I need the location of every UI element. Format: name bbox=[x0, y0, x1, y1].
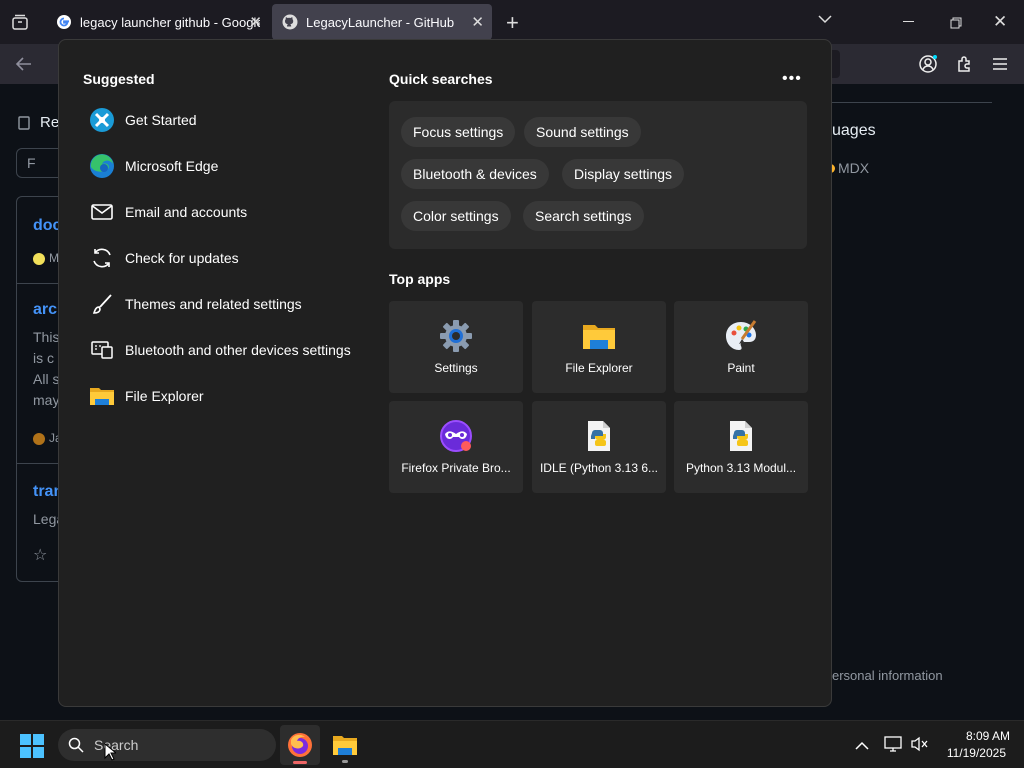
footer-link[interactable]: ersonal information bbox=[832, 668, 943, 683]
firefox-private-icon bbox=[440, 420, 472, 452]
app-label: Python 3.13 Modul... bbox=[685, 461, 797, 475]
quick-search-chip[interactable]: Focus settings bbox=[401, 117, 516, 147]
python-icon bbox=[588, 421, 610, 451]
clock-date[interactable]: 11/19/2025 bbox=[936, 746, 1006, 760]
app-label: IDLE (Python 3.13 6... bbox=[539, 461, 659, 475]
github-icon bbox=[282, 14, 298, 30]
folder-icon bbox=[333, 736, 357, 755]
languages-heading: uages bbox=[832, 122, 876, 139]
start-search-flyout: Suggested Get Started Microsoft Edge Ema… bbox=[58, 39, 832, 707]
top-app-settings[interactable]: Settings bbox=[389, 301, 523, 393]
tab-label: legacy launcher github - Google bbox=[80, 14, 260, 30]
tab-overview-icon[interactable] bbox=[11, 13, 29, 31]
running-indicator bbox=[342, 760, 348, 763]
star-icon[interactable]: ☆ bbox=[33, 545, 47, 565]
folder-icon bbox=[89, 383, 115, 409]
new-tab-button[interactable]: + bbox=[506, 10, 519, 36]
top-app-idle-python[interactable]: IDLE (Python 3.13 6... bbox=[532, 401, 666, 493]
show-hidden-icons-chevron-up-icon[interactable] bbox=[855, 738, 869, 756]
quick-search-chip[interactable]: Color settings bbox=[401, 201, 511, 231]
windows-taskbar: Search 8:09 AM 11/19/2025 bbox=[0, 720, 1024, 768]
refresh-icon bbox=[89, 245, 115, 271]
app-label: Firefox Private Bro... bbox=[401, 461, 511, 475]
account-icon[interactable] bbox=[919, 55, 937, 78]
more-options-icon[interactable]: ••• bbox=[782, 70, 802, 88]
mail-icon bbox=[89, 199, 115, 225]
quick-search-chip[interactable]: Sound settings bbox=[524, 117, 641, 147]
paint-palette-icon bbox=[726, 320, 757, 350]
suggested-item-themes[interactable]: Themes and related settings bbox=[89, 288, 302, 320]
clock-time[interactable]: 8:09 AM bbox=[944, 729, 1010, 743]
firefox-icon bbox=[288, 733, 312, 757]
restore-window-icon[interactable] bbox=[950, 16, 962, 34]
get-started-icon bbox=[89, 107, 115, 133]
start-windows-icon[interactable] bbox=[20, 734, 44, 763]
active-indicator bbox=[293, 761, 307, 764]
network-icon[interactable] bbox=[884, 736, 902, 757]
taskbar-search-box[interactable]: Search bbox=[58, 729, 276, 761]
divider bbox=[832, 102, 992, 103]
repo-icon bbox=[18, 115, 30, 130]
settings-gear-icon bbox=[440, 320, 472, 352]
browser-tab-bar: legacy launcher github - Google ✕ Legacy… bbox=[0, 0, 1024, 44]
tab-github[interactable]: LegacyLauncher - GitHub ✕ bbox=[272, 4, 492, 40]
tab-google-search[interactable]: legacy launcher github - Google ✕ bbox=[44, 4, 270, 40]
extensions-icon[interactable] bbox=[956, 55, 974, 78]
quick-search-chip[interactable]: Display settings bbox=[562, 159, 685, 189]
top-app-paint[interactable]: Paint bbox=[674, 301, 808, 393]
top-app-firefox-private[interactable]: Firefox Private Bro... bbox=[389, 401, 523, 493]
suggested-item-check-updates[interactable]: Check for updates bbox=[89, 242, 239, 274]
taskbar-firefox[interactable] bbox=[280, 725, 320, 765]
suggested-item-email-accounts[interactable]: Email and accounts bbox=[89, 196, 247, 228]
app-label: Paint bbox=[727, 361, 755, 375]
close-tab-icon[interactable]: ✕ bbox=[471, 13, 484, 31]
language-item: MDX bbox=[826, 160, 869, 176]
suggested-item-bluetooth-devices[interactable]: Bluetooth and other devices settings bbox=[89, 334, 351, 366]
app-label: File Explorer bbox=[565, 361, 633, 375]
quick-searches-heading: Quick searches bbox=[389, 71, 493, 87]
quick-search-chip[interactable]: Bluetooth & devices bbox=[401, 159, 549, 189]
repo-desc: This bbox=[33, 329, 60, 345]
quick-searches-panel: Focus settings Sound settings Bluetooth … bbox=[389, 101, 807, 249]
top-app-file-explorer[interactable]: File Explorer bbox=[532, 301, 666, 393]
suggested-item-microsoft-edge[interactable]: Microsoft Edge bbox=[89, 150, 218, 182]
close-window-icon[interactable]: ✕ bbox=[993, 12, 1007, 32]
repo-list-header: Re bbox=[18, 114, 59, 131]
back-arrow-icon[interactable] bbox=[15, 56, 33, 77]
language-dot bbox=[33, 433, 45, 445]
suggested-item-get-started[interactable]: Get Started bbox=[89, 104, 197, 136]
search-icon bbox=[68, 737, 84, 753]
close-tab-icon[interactable]: ✕ bbox=[249, 13, 262, 31]
repo-desc: All s bbox=[33, 371, 60, 387]
app-label: Settings bbox=[434, 361, 478, 375]
suggested-item-file-explorer[interactable]: File Explorer bbox=[89, 380, 204, 412]
repo-desc: is c bbox=[33, 350, 54, 366]
tab-label: LegacyLauncher - GitHub bbox=[306, 14, 455, 30]
top-app-python-module[interactable]: Python 3.13 Modul... bbox=[674, 401, 808, 493]
list-all-tabs-icon[interactable] bbox=[818, 12, 832, 31]
top-apps-heading: Top apps bbox=[389, 271, 451, 287]
minimize-window-icon[interactable] bbox=[903, 21, 914, 22]
quick-search-chip[interactable]: Search settings bbox=[523, 201, 644, 231]
python-icon bbox=[730, 421, 752, 451]
devices-icon bbox=[89, 337, 115, 363]
volume-muted-icon[interactable] bbox=[911, 736, 929, 757]
search-placeholder: Search bbox=[94, 737, 139, 753]
suggested-heading: Suggested bbox=[83, 71, 155, 87]
google-icon bbox=[57, 15, 71, 29]
folder-icon bbox=[583, 325, 615, 349]
taskbar-file-explorer[interactable] bbox=[327, 725, 363, 765]
mouse-cursor-icon bbox=[104, 742, 118, 766]
brush-icon bbox=[89, 291, 115, 317]
repo-desc: may bbox=[33, 392, 60, 408]
language-dot bbox=[33, 253, 45, 265]
app-menu-icon[interactable] bbox=[993, 57, 1007, 75]
edge-icon bbox=[89, 153, 115, 179]
